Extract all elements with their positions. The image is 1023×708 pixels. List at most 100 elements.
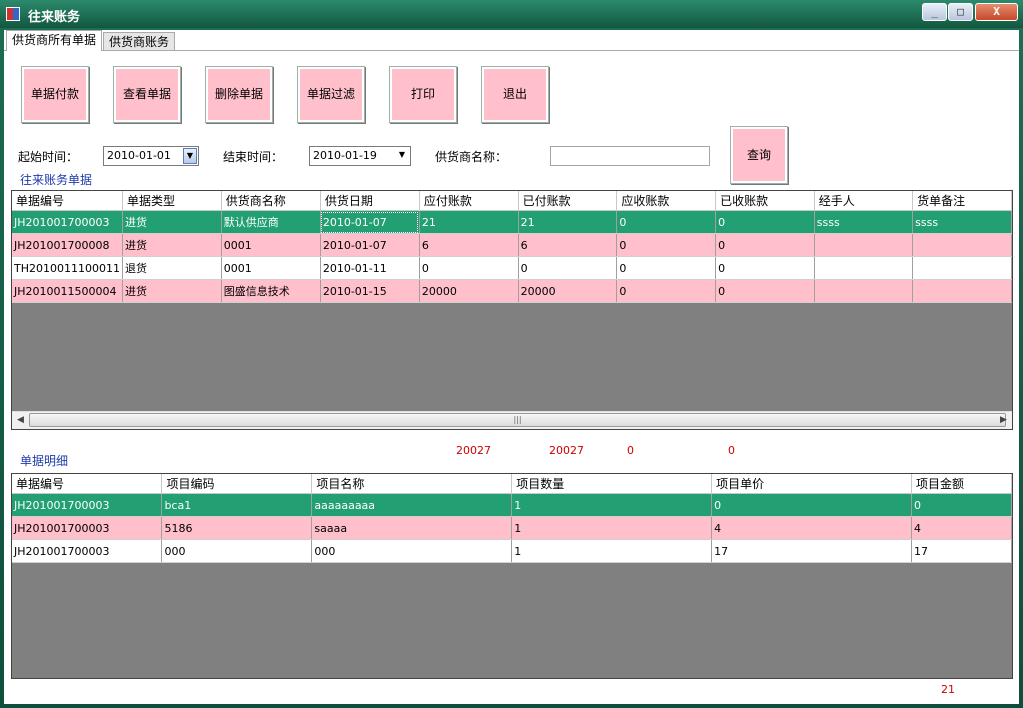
column-header[interactable]: 已付账款 bbox=[518, 191, 618, 211]
table-cell: 0001 bbox=[221, 256, 321, 280]
table-cell: ssss bbox=[814, 210, 914, 234]
table-row[interactable]: TH2010011100011 退货 0001 2010-01-11 0 0 0… bbox=[12, 256, 1012, 280]
table-cell: 2010-01-11 bbox=[320, 256, 420, 280]
print-button[interactable]: 打印 bbox=[389, 66, 457, 123]
table-cell: 0 bbox=[715, 210, 815, 234]
app-icon bbox=[6, 7, 20, 21]
supplier-name-input[interactable] bbox=[550, 146, 710, 166]
table-cell: JH201001700003 bbox=[12, 516, 163, 540]
table-cell: 2010-01-07 bbox=[320, 210, 420, 234]
pay-document-button[interactable]: 单据付款 bbox=[21, 66, 89, 123]
table-cell: 1 bbox=[511, 516, 713, 540]
table-cell: 0 bbox=[616, 279, 717, 303]
table-cell: 0001 bbox=[221, 233, 321, 257]
accounts-section-title: 往来账务单据 bbox=[20, 173, 93, 187]
table-cell: 21 bbox=[518, 210, 618, 234]
table-cell: 0 bbox=[518, 256, 618, 280]
table-cell: 5186 bbox=[161, 516, 313, 540]
table-cell: JH201001700003 bbox=[12, 493, 163, 517]
table-cell: 4 bbox=[911, 516, 1012, 540]
column-header[interactable]: 单据编号 bbox=[12, 191, 123, 211]
table-cell: 2010-01-07 bbox=[320, 233, 420, 257]
column-header[interactable]: 货单备注 bbox=[912, 191, 1012, 211]
table-cell: 图盛信息技术 bbox=[221, 279, 321, 303]
column-header[interactable]: 单据编号 bbox=[12, 474, 163, 494]
column-header[interactable]: 项目编码 bbox=[161, 474, 313, 494]
table-row[interactable]: JH201001700003 进货 默认供应商 2010-01-07 21 21… bbox=[12, 210, 1012, 234]
column-header[interactable]: 供货商名称 bbox=[221, 191, 321, 211]
chevron-down-icon[interactable]: ▼ bbox=[183, 148, 197, 164]
tab-divider bbox=[4, 50, 1019, 51]
table-cell: 0 bbox=[911, 493, 1012, 517]
table-row[interactable]: JH201001700003 bca1 aaaaaaaaa 1 0 0 bbox=[12, 493, 1012, 517]
close-button[interactable]: X bbox=[975, 3, 1018, 21]
start-date-picker[interactable]: 2010-01-01 ▼ bbox=[103, 146, 199, 166]
query-button[interactable]: 查询 bbox=[730, 126, 788, 184]
column-header[interactable]: 应收账款 bbox=[616, 191, 717, 211]
table-cell: 1 bbox=[511, 539, 713, 563]
table-cell: 退货 bbox=[122, 256, 222, 280]
scroll-left-icon[interactable]: ◀ bbox=[12, 412, 29, 429]
tab-supplier-accounts[interactable]: 供货商账务 bbox=[103, 32, 176, 51]
table-cell bbox=[912, 233, 1012, 257]
table-cell: 21 bbox=[419, 210, 519, 234]
total-received: 0 bbox=[728, 444, 735, 457]
table-cell: 默认供应商 bbox=[221, 210, 321, 234]
table-cell bbox=[912, 256, 1012, 280]
details-total-amount: 21 bbox=[941, 683, 955, 696]
main-window: 往来账务 _ □ X 供货商所有单据 供货商账务 单据付款 查看单据 删除单据 … bbox=[0, 0, 1023, 708]
table-cell: JH201001700003 bbox=[12, 210, 123, 234]
table-cell: 0 bbox=[616, 210, 717, 234]
column-header[interactable]: 项目单价 bbox=[711, 474, 912, 494]
table-cell: TH2010011100011 bbox=[12, 256, 123, 280]
delete-document-button[interactable]: 删除单据 bbox=[205, 66, 273, 123]
table-cell: 6 bbox=[518, 233, 618, 257]
details-grid[interactable]: 单据编号 项目编码 项目名称 项目数量 项目单价 项目金额 JH20100170… bbox=[11, 473, 1013, 679]
table-cell: 17 bbox=[711, 539, 912, 563]
column-header[interactable]: 供货日期 bbox=[320, 191, 420, 211]
column-header[interactable]: 项目金额 bbox=[911, 474, 1012, 494]
accounts-grid[interactable]: 单据编号 单据类型 供货商名称 供货日期 应付账款 已付账款 应收账款 已收账款… bbox=[11, 190, 1013, 430]
filter-document-button[interactable]: 单据过滤 bbox=[297, 66, 365, 123]
tab-all-documents[interactable]: 供货商所有单据 bbox=[6, 30, 103, 51]
details-section-title: 单据明细 bbox=[20, 454, 69, 468]
table-cell: 0 bbox=[715, 256, 815, 280]
table-cell bbox=[912, 279, 1012, 303]
table-cell: 0 bbox=[711, 493, 912, 517]
table-row[interactable]: JH201001700008 进货 0001 2010-01-07 6 6 0 … bbox=[12, 233, 1012, 257]
end-date-picker[interactable]: 2010-01-19 ▼ bbox=[309, 146, 411, 166]
scroll-right-icon[interactable]: ▶ bbox=[995, 412, 1012, 429]
table-cell: ssss bbox=[912, 210, 1012, 234]
maximize-button[interactable]: □ bbox=[948, 3, 973, 21]
column-header[interactable]: 项目名称 bbox=[311, 474, 513, 494]
column-header[interactable]: 应付账款 bbox=[419, 191, 519, 211]
view-document-button[interactable]: 查看单据 bbox=[113, 66, 181, 123]
table-row[interactable]: JH201001700003 5186 saaaa 1 4 4 bbox=[12, 516, 1012, 540]
end-time-label: 结束时间： bbox=[223, 150, 284, 164]
column-header[interactable]: 已收账款 bbox=[715, 191, 815, 211]
column-header[interactable]: 经手人 bbox=[814, 191, 914, 211]
table-cell: 20000 bbox=[518, 279, 618, 303]
table-cell: saaaa bbox=[311, 516, 513, 540]
end-date-value: 2010-01-19 bbox=[313, 149, 377, 162]
column-header[interactable]: 项目数量 bbox=[511, 474, 713, 494]
scrollbar-thumb[interactable]: ||| bbox=[29, 413, 1006, 427]
table-row[interactable]: JH201001700003 000 000 1 17 17 bbox=[12, 539, 1012, 563]
client-area: 供货商所有单据 供货商账务 单据付款 查看单据 删除单据 单据过滤 打印 退出 … bbox=[4, 30, 1019, 704]
table-cell: 000 bbox=[311, 539, 513, 563]
table-row[interactable]: JH2010011500004 进货 图盛信息技术 2010-01-15 200… bbox=[12, 279, 1012, 303]
column-header[interactable]: 单据类型 bbox=[122, 191, 222, 211]
details-table: 单据编号 项目编码 项目名称 项目数量 项目单价 项目金额 JH20100170… bbox=[12, 474, 1012, 563]
window-title: 往来账务 bbox=[28, 10, 81, 25]
horizontal-scrollbar[interactable]: ◀ ||| ▶ bbox=[12, 411, 1012, 429]
start-time-label: 起始时间： bbox=[18, 150, 79, 164]
accounts-table: 单据编号 单据类型 供货商名称 供货日期 应付账款 已付账款 应收账款 已收账款… bbox=[12, 191, 1012, 303]
table-cell bbox=[814, 233, 914, 257]
minimize-button[interactable]: _ bbox=[922, 3, 947, 21]
chevron-down-icon[interactable]: ▼ bbox=[395, 148, 409, 164]
table-cell: 进货 bbox=[122, 279, 222, 303]
table-cell: JH201001700008 bbox=[12, 233, 123, 257]
table-cell: aaaaaaaaa bbox=[311, 493, 513, 517]
title-bar[interactable]: 往来账务 _ □ X bbox=[0, 0, 1023, 28]
exit-button[interactable]: 退出 bbox=[481, 66, 549, 123]
